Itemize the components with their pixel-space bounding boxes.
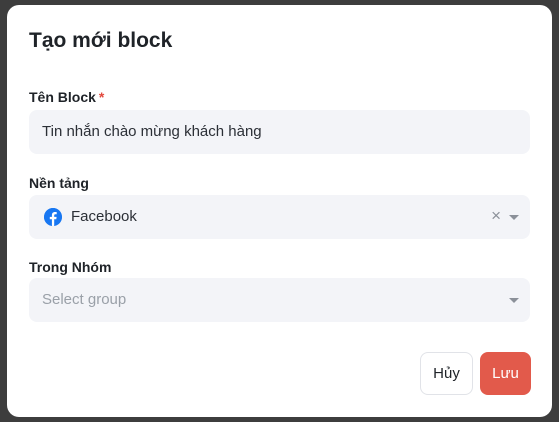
group-select[interactable]: Select group (29, 278, 530, 322)
platform-value: Facebook (71, 208, 137, 225)
create-block-dialog: Tạo mới block Tên Block * Tin nhắn chào m… (7, 5, 552, 417)
block-name-input[interactable]: Tin nhắn chào mừng khách hàng (29, 110, 530, 154)
chevron-down-icon[interactable] (509, 215, 519, 220)
clear-icon[interactable]: × (491, 207, 501, 225)
group-label: Trong Nhóm (29, 259, 112, 275)
block-name-value: Tin nhắn chào mừng khách hàng (42, 123, 262, 140)
platform-select[interactable]: Facebook × (29, 195, 530, 239)
chevron-down-icon[interactable] (509, 298, 519, 303)
cancel-button[interactable]: Hủy (420, 352, 473, 395)
block-name-label-text: Tên Block (29, 89, 96, 105)
dialog-title: Tạo mới block (29, 29, 173, 52)
platform-label: Nền tảng (29, 175, 89, 191)
save-button[interactable]: Lưu (480, 352, 531, 395)
facebook-icon (44, 208, 62, 226)
block-name-label: Tên Block * (29, 89, 104, 105)
required-mark: * (98, 89, 105, 105)
group-placeholder: Select group (42, 291, 127, 308)
